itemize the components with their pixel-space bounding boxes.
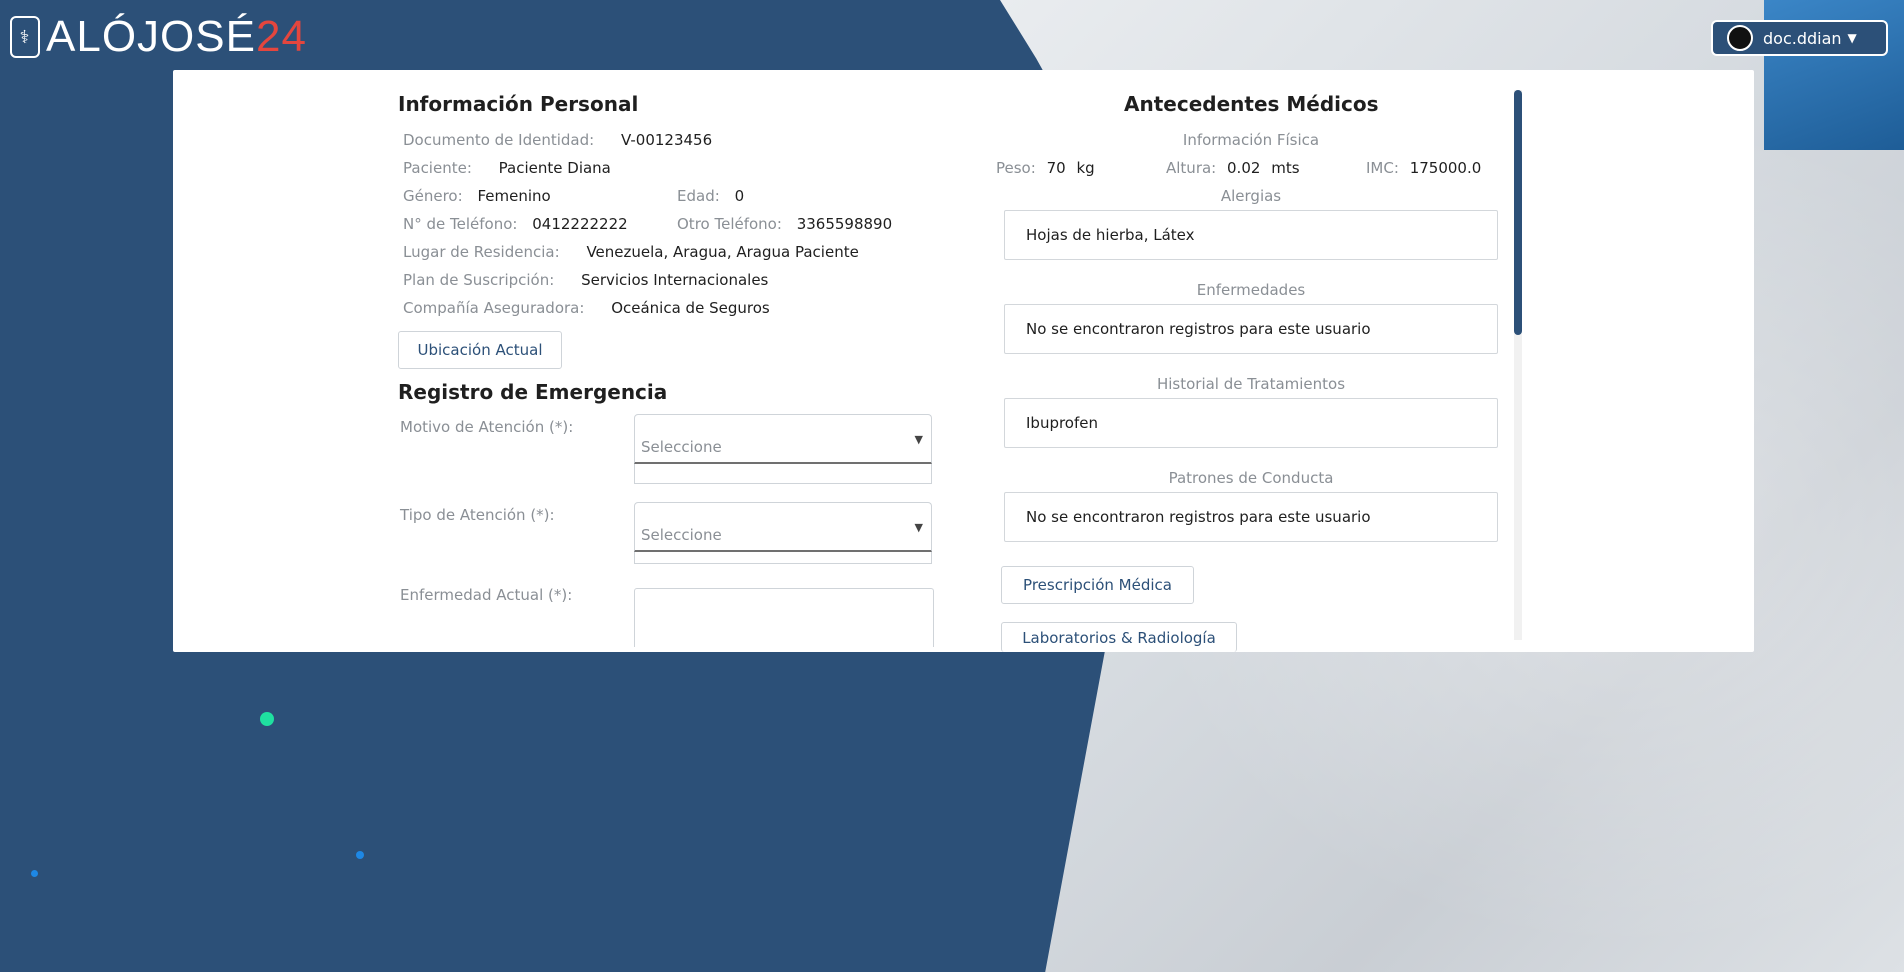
- telefono-value: 0412222222: [532, 215, 628, 233]
- motivo-select[interactable]: Seleccione ▼: [634, 414, 932, 464]
- otro-telefono-label: Otro Teléfono:: [677, 215, 782, 233]
- documento-value: V-00123456: [620, 131, 713, 149]
- otro-telefono-row: Otro Teléfono: 3365598890: [677, 215, 892, 233]
- motivo-label: Motivo de Atención (*):: [400, 418, 574, 436]
- motivo-placeholder: Seleccione: [641, 438, 722, 456]
- plan-row: Plan de Suscripción: Servicios Internaci…: [403, 271, 768, 289]
- scrollbar-thumb[interactable]: [1514, 90, 1522, 335]
- personal-info-title: Información Personal: [398, 92, 639, 116]
- enfermedad-actual-textarea[interactable]: [634, 588, 934, 647]
- otro-telefono-value: 3365598890: [796, 215, 893, 233]
- plan-value: Servicios Internacionales: [581, 271, 769, 289]
- peso-value: 70: [1046, 159, 1066, 177]
- caret-down-icon: ▼: [1847, 31, 1857, 45]
- emergencia-title: Registro de Emergencia: [398, 380, 668, 404]
- documento-row: Documento de Identidad: V-00123456: [403, 131, 712, 149]
- user-name: doc.ddian: [1763, 28, 1842, 48]
- enfermedades-box: No se encontraron registros para este us…: [1004, 304, 1498, 354]
- plan-label: Plan de Suscripción:: [403, 271, 555, 289]
- tipo-label: Tipo de Atención (*):: [400, 506, 555, 524]
- altura-label: Altura:: [1166, 159, 1217, 177]
- edad-label: Edad:: [677, 187, 720, 205]
- tratamientos-label: Historial de Tratamientos: [1156, 375, 1346, 393]
- peso-row: Peso: 70 kg: [996, 159, 1095, 177]
- aseguradora-row: Compañía Aseguradora: Oceánica de Seguro…: [403, 299, 770, 317]
- app-logo[interactable]: ⚕ ALÓJOSÉ 24: [10, 12, 307, 61]
- residencia-label: Lugar de Residencia:: [403, 243, 560, 261]
- antecedentes-title: Antecedentes Médicos: [1124, 92, 1379, 116]
- peso-unit: kg: [1076, 159, 1095, 177]
- telefono-label: N° de Teléfono:: [403, 215, 518, 233]
- decor-dot: [260, 712, 274, 726]
- enfermedad-actual-label: Enfermedad Actual (*):: [400, 586, 573, 604]
- altura-row: Altura: 0.02 mts: [1166, 159, 1300, 177]
- info-fisica-label: Información Física: [1182, 131, 1320, 149]
- imc-label: IMC:: [1366, 159, 1399, 177]
- alergias-box: Hojas de hierba, Látex: [1004, 210, 1498, 260]
- genero-row: Género: Femenino: [403, 187, 551, 205]
- tipo-select[interactable]: Seleccione ▼: [634, 502, 932, 552]
- paciente-value: Paciente Diana: [498, 159, 611, 177]
- prescripcion-medica-button[interactable]: Prescripción Médica: [1001, 566, 1194, 604]
- edad-row: Edad: 0: [677, 187, 744, 205]
- altura-value: 0.02: [1227, 159, 1261, 177]
- telefono-row: N° de Teléfono: 0412222222: [403, 215, 628, 233]
- patrones-label: Patrones de Conducta: [1168, 469, 1334, 487]
- chevron-down-icon: ▼: [914, 433, 923, 446]
- peso-label: Peso:: [996, 159, 1036, 177]
- documento-label: Documento de Identidad:: [403, 131, 595, 149]
- genero-value: Femenino: [477, 187, 551, 205]
- patrones-box: No se encontraron registros para este us…: [1004, 492, 1498, 542]
- logo-accent: 24: [255, 12, 307, 61]
- edad-value: 0: [734, 187, 745, 205]
- stethoscope-icon: ⚕: [10, 16, 40, 58]
- genero-label: Género:: [403, 187, 463, 205]
- aseguradora-value: Oceánica de Seguros: [611, 299, 770, 317]
- alergias-label: Alergias: [1220, 187, 1282, 205]
- enfermedades-label: Enfermedades: [1196, 281, 1306, 299]
- ubicacion-actual-button[interactable]: Ubicación Actual: [398, 331, 562, 369]
- aseguradora-label: Compañía Aseguradora:: [403, 299, 585, 317]
- logo-text: ALÓJOSÉ: [46, 12, 256, 61]
- residencia-row: Lugar de Residencia: Venezuela, Aragua, …: [403, 243, 859, 261]
- decor-dot: [356, 851, 364, 859]
- paciente-label: Paciente:: [403, 159, 472, 177]
- altura-unit: mts: [1271, 159, 1300, 177]
- laboratorios-button[interactable]: Laboratorios & Radiología: [1001, 622, 1237, 652]
- decor-dot: [31, 870, 38, 877]
- tratamientos-box: Ibuprofen: [1004, 398, 1498, 448]
- paciente-row: Paciente: Paciente Diana: [403, 159, 611, 177]
- scrollbar[interactable]: [1514, 90, 1522, 640]
- chevron-down-icon: ▼: [914, 521, 923, 534]
- user-menu-button[interactable]: doc.ddian ▼: [1711, 20, 1888, 56]
- motivo-dropdown-underline: [634, 464, 932, 484]
- imc-row: IMC: 175000.0: [1366, 159, 1481, 177]
- tipo-dropdown-underline: [634, 552, 932, 564]
- imc-value: 175000.0: [1409, 159, 1482, 177]
- tipo-placeholder: Seleccione: [641, 526, 722, 544]
- residencia-value: Venezuela, Aragua, Aragua Paciente: [586, 243, 859, 261]
- user-avatar-icon: [1727, 25, 1753, 51]
- patient-card: Información Personal Documento de Identi…: [173, 70, 1754, 652]
